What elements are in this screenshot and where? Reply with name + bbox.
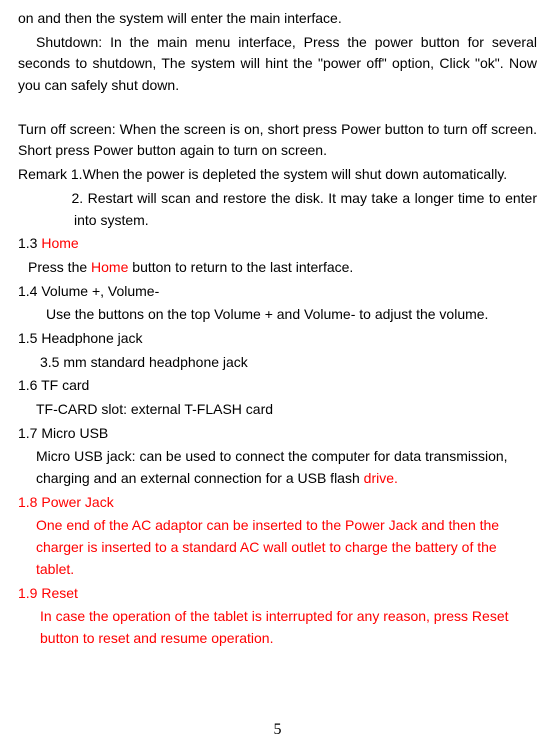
page-number: 5: [0, 718, 555, 743]
section-number: 1.3: [18, 235, 41, 251]
section-1-6-title: 1.6 TF card: [18, 375, 537, 397]
section-1-4-title: 1.4 Volume +, Volume-: [18, 281, 537, 303]
section-1-9-body: In case the operation of the tablet is i…: [18, 606, 537, 649]
paragraph: on and then the system will enter the ma…: [18, 8, 537, 30]
remark-2-text: 2. Restart will scan and restore the dis…: [71, 190, 537, 228]
section-1-7-body: Micro USB jack: can be used to connect t…: [18, 446, 537, 489]
text: Press the: [28, 259, 91, 275]
text: button to return to the last interface.: [128, 259, 353, 275]
section-1-8-title: 1.8 Power Jack: [18, 492, 537, 514]
home-text: Home: [91, 259, 128, 275]
section-1-6-body: TF-CARD slot: external T-FLASH card: [18, 399, 537, 421]
section-1-7-title: 1.7 Micro USB: [18, 423, 537, 445]
blank-line: [18, 99, 537, 119]
section-1-3-title: 1.3 Home: [18, 233, 537, 255]
remark-2: Remark 2. Restart will scan and restore …: [18, 188, 537, 231]
section-1-3-body: Press the Home button to return to the l…: [18, 257, 537, 279]
remark-1: Remark 1.When the power is depleted the …: [18, 164, 537, 186]
section-1-5-title: 1.5 Headphone jack: [18, 328, 537, 350]
section-1-5-body: 3.5 mm standard headphone jack: [18, 352, 537, 374]
document-body: on and then the system will enter the ma…: [18, 8, 537, 650]
text: Micro USB jack: can be used to connect t…: [36, 448, 508, 486]
section-1-8-body: One end of the AC adaptor can be inserte…: [18, 515, 537, 580]
paragraph: Shutdown: In the main menu interface, Pr…: [18, 32, 537, 97]
section-1-9-title: 1.9 Reset: [18, 583, 537, 605]
home-text: Home: [41, 235, 78, 251]
drive-text: drive.: [364, 470, 398, 486]
section-1-4-body: Use the buttons on the top Volume + and …: [18, 304, 537, 326]
paragraph: Turn off screen: When the screen is on, …: [18, 119, 537, 162]
